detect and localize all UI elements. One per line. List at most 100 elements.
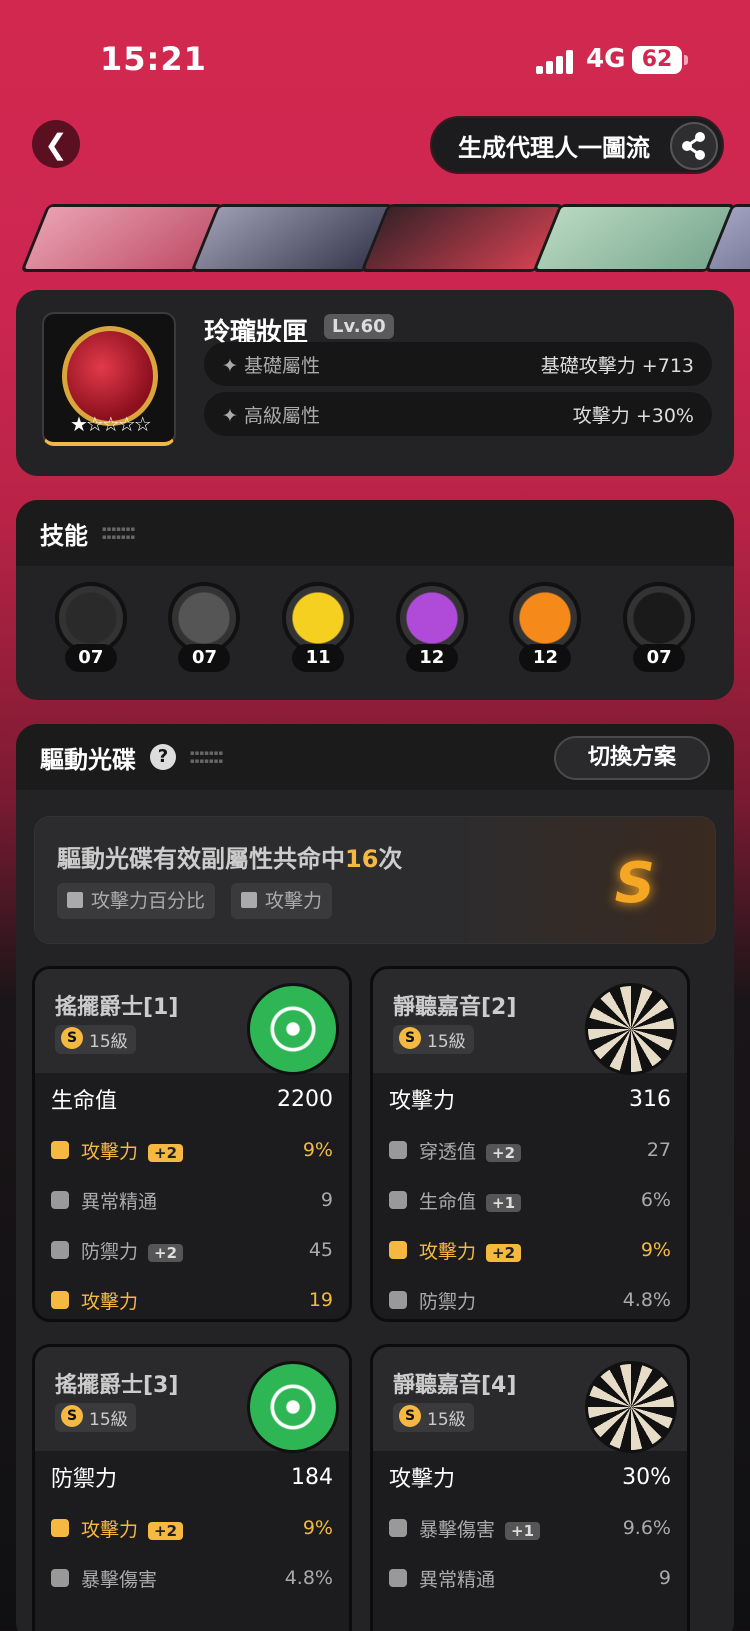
drive-disc-title: 驅動光碟 <box>40 745 136 774</box>
drive-disc-2[interactable]: 靜聽嘉音[2] 15級 攻擊力 316 穿透值+2 27 生命值+1 6% 攻擊… <box>370 966 690 1322</box>
sub-stat-value: 4.8% <box>622 1289 671 1311</box>
skill-level: 12 <box>519 644 572 672</box>
disc-name: 靜聽嘉音[4] <box>393 1373 517 1398</box>
sub-stat-value: 6% <box>640 1189 671 1211</box>
skills-card: 技能 ▪▪▪▪▪▪▪ ▪▪▪▪▪▪▪ 07 07 11 12 12 07 <box>16 500 734 700</box>
status-bar: 15:21 4G 62 <box>0 0 750 110</box>
disc-name: 靜聽嘉音[2] <box>393 995 517 1020</box>
sub-stat-value: 9% <box>302 1139 333 1161</box>
skill-level: 07 <box>64 644 117 672</box>
disc-level: 15級 <box>393 1403 474 1432</box>
sub-stat-row: 攻擊力 +2 9% <box>35 1503 349 1553</box>
disc-art-icon <box>585 1361 677 1453</box>
stat-icon <box>389 1569 407 1587</box>
sub-stat-row: 生命值 +1 6% <box>373 1175 687 1225</box>
disc-art-icon <box>247 1361 339 1453</box>
stat-icon <box>389 1291 407 1309</box>
stat-icon <box>389 1191 407 1209</box>
stat-icon <box>389 1519 407 1537</box>
agent-portrait[interactable] <box>532 204 736 272</box>
stat-icon <box>51 1569 69 1587</box>
disc-level: 15級 <box>393 1025 474 1054</box>
disc-level: 15級 <box>55 1025 136 1054</box>
sub-stat-value: 45 <box>308 1239 333 1261</box>
upgrade-badge: +1 <box>486 1193 522 1212</box>
base-stat-row: ✦ 基礎屬性 基礎攻擊力 +713 <box>204 342 712 386</box>
sub-stat-row: 攻擊力 19 <box>35 1275 349 1319</box>
skill-level: 12 <box>405 644 458 672</box>
skill-0[interactable]: 07 <box>51 580 131 680</box>
sub-stat-value: 9.6% <box>622 1517 671 1539</box>
sub-stat-row: 暴擊傷害 4.8% <box>35 1553 349 1603</box>
sub-stat-value: 27 <box>646 1139 671 1161</box>
battery-icon: 62 <box>632 46 688 74</box>
sub-stat-value: 4.8% <box>284 1567 333 1589</box>
skill-4[interactable]: 12 <box>505 580 585 680</box>
drive-disc-1[interactable]: 搖擺爵士[1] 15級 生命值 2200 攻擊力+2 9% 異常精通 9 防禦力… <box>32 966 352 1322</box>
chevron-left-icon: ❮ <box>44 127 68 161</box>
skill-2[interactable]: 11 <box>278 580 358 680</box>
sub-stat-row: 穿透值 +2 27 <box>373 1125 687 1175</box>
sub-stat-row: 防禦力 4.8% <box>373 1275 687 1319</box>
drive-disc-4[interactable]: 靜聽嘉音[4] 15級 攻擊力 30% 暴擊傷害+1 9.6% 異常精通 9 <box>370 1344 690 1631</box>
stat-icon <box>51 1191 69 1209</box>
rank-badge: S <box>614 851 655 916</box>
disc-art-icon <box>585 983 677 1075</box>
set-summary: 驅動光碟有效副屬性共命中16次 攻擊力百分比 攻擊力 S <box>34 816 716 944</box>
stat-icon <box>51 1291 69 1309</box>
drive-disc-card: 驅動光碟 ? ▪▪▪▪▪▪▪ ▪▪▪▪▪▪▪ 切換方案 驅動光碟有效副屬性共命中1… <box>16 724 734 1631</box>
upgrade-badge: +2 <box>148 1243 184 1262</box>
sub-stat-row: 暴擊傷害 +1 9.6% <box>373 1503 687 1553</box>
stat-icon <box>51 1241 69 1259</box>
disc-name: 搖擺爵士[3] <box>55 1373 179 1398</box>
w-engine-card: ★☆☆☆☆ 玲瓏妝匣 Lv.60 ✦ 基礎屬性 基礎攻擊力 +713 ✦ 高級屬… <box>16 290 734 476</box>
sub-stat-value: 9% <box>302 1517 333 1539</box>
upgrade-badge: +1 <box>505 1521 541 1540</box>
w-engine-level: Lv.60 <box>324 314 394 339</box>
sub-stat-row: 攻擊力 +2 9% <box>373 1225 687 1275</box>
disc-name: 搖擺爵士[1] <box>55 995 179 1020</box>
advanced-stat-row: ✦ 高級屬性 攻擊力 +30% <box>204 392 712 436</box>
stat-icon <box>389 1141 407 1159</box>
sub-stat-row: 異常精通 9 <box>35 1175 349 1225</box>
sub-stat-row: 攻擊力 +2 9% <box>35 1125 349 1175</box>
back-button[interactable]: ❮ <box>32 120 80 168</box>
skills-title: 技能 <box>40 521 88 550</box>
skill-level: 11 <box>292 644 345 672</box>
main-stat-row: 攻擊力 30% <box>389 1464 671 1493</box>
disc-art-icon <box>247 983 339 1075</box>
network-type: 4G <box>586 44 626 74</box>
skill-5[interactable]: 07 <box>619 580 699 680</box>
skill-3[interactable]: 12 <box>392 580 472 680</box>
stat-icon <box>51 1141 69 1159</box>
upgrade-badge: +2 <box>486 1243 522 1262</box>
skill-level: 07 <box>633 644 686 672</box>
skills-header: 技能 ▪▪▪▪▪▪▪ ▪▪▪▪▪▪▪ <box>16 500 734 566</box>
upgrade-badge: +2 <box>486 1143 522 1162</box>
main-stat-row: 生命值 2200 <box>51 1086 333 1115</box>
sub-stat-row: 異常精通 9 <box>373 1553 687 1603</box>
generate-agent-card-button[interactable]: 生成代理人一圖流 <box>430 116 724 174</box>
sub-stat-value: 9 <box>658 1567 671 1589</box>
sub-stat-value: 19 <box>308 1289 333 1311</box>
summary-text: 驅動光碟有效副屬性共命中16次 <box>57 845 403 873</box>
generate-label: 生成代理人一圖流 <box>458 133 650 162</box>
agent-portrait-strip <box>0 204 750 274</box>
upgrade-badge: +2 <box>148 1521 184 1540</box>
main-stat-row: 防禦力 184 <box>51 1464 333 1493</box>
main-stat-row: 攻擊力 316 <box>389 1086 671 1115</box>
upgrade-badge: +2 <box>148 1143 184 1162</box>
w-engine-icon: ★☆☆☆☆ <box>42 312 176 446</box>
stat-tag: 攻擊力 <box>231 883 333 919</box>
share-icon[interactable] <box>670 122 718 170</box>
skill-1[interactable]: 07 <box>164 580 244 680</box>
stat-icon <box>389 1241 407 1259</box>
drive-disc-3[interactable]: 搖擺爵士[3] 15級 防禦力 184 攻擊力+2 9% 暴擊傷害 4.8% <box>32 1344 352 1631</box>
signal-icon <box>536 50 576 74</box>
stat-tag: 攻擊力百分比 <box>57 883 216 919</box>
help-icon[interactable]: ? <box>150 744 176 770</box>
switch-plan-button[interactable]: 切換方案 <box>554 736 710 780</box>
stat-icon <box>51 1519 69 1537</box>
sub-stat-value: 9% <box>640 1239 671 1261</box>
agent-portrait[interactable] <box>360 204 564 272</box>
